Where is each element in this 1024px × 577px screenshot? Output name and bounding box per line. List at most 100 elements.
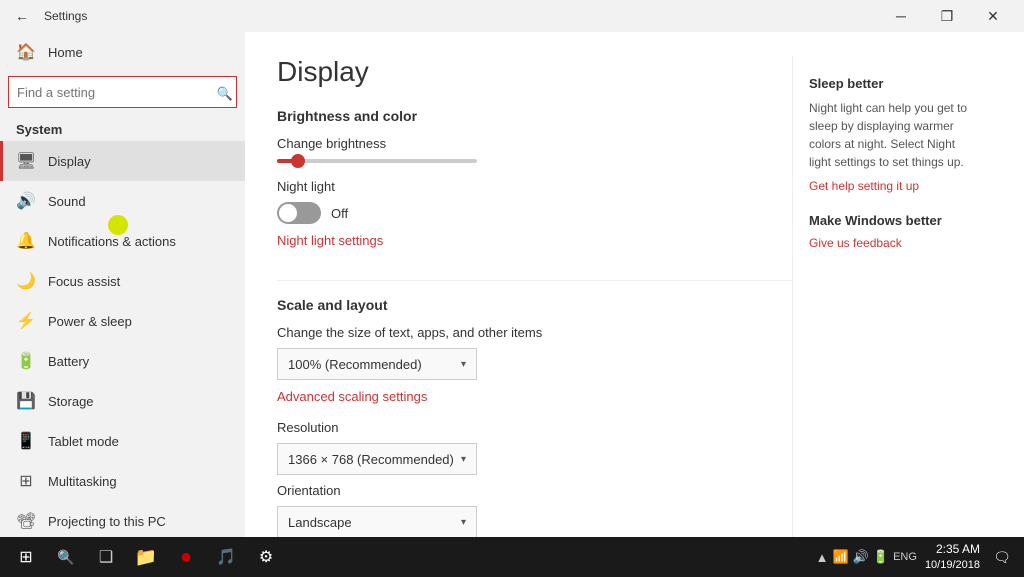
advanced-scaling-link[interactable]: Advanced scaling settings — [277, 389, 427, 404]
sidebar-item-power-sleep[interactable]: ⚡ Power & sleep — [0, 301, 245, 341]
orientation-dropdown-arrow: ▾ — [461, 517, 466, 528]
home-icon: 🏠 — [16, 42, 36, 62]
multitasking-icon: ⊞ — [16, 471, 36, 491]
night-light-label: Night light — [277, 179, 792, 194]
sidebar-item-storage[interactable]: 💾 Storage — [0, 381, 245, 421]
night-light-row: Off — [277, 202, 792, 224]
back-button[interactable]: ← — [8, 2, 36, 30]
size-dropdown-arrow: ▾ — [461, 359, 466, 370]
taskbar-search-button[interactable]: 🔍 — [48, 539, 84, 575]
search-wrapper: 🔍 — [0, 72, 245, 116]
browser-button[interactable]: ● — [168, 539, 204, 575]
taskbar-left: ⊞ 🔍 ❑ 📁 ● 🎵 ⚙ — [8, 539, 284, 575]
tray-battery: 🔋 — [873, 549, 889, 565]
storage-icon: 💾 — [16, 391, 36, 411]
sidebar: 🏠 Home 🔍 System 🖥 Display 🔊 Sound 🔔 Noti… — [0, 32, 245, 537]
sidebar-item-home[interactable]: 🏠 Home — [0, 32, 245, 72]
sidebar-storage-label: Storage — [48, 394, 94, 409]
resolution-dropdown[interactable]: 1366 × 768 (Recommended) ▾ — [277, 443, 477, 475]
size-dropdown[interactable]: 100% (Recommended) ▾ — [277, 348, 477, 380]
orientation-label: Orientation — [277, 483, 792, 498]
resolution-dropdown-value: 1366 × 768 (Recommended) — [288, 452, 454, 467]
resolution-dropdown-arrow: ▾ — [461, 454, 466, 465]
focus-assist-icon: 🌙 — [16, 271, 36, 291]
sidebar-item-notifications[interactable]: 🔔 Notifications & actions — [0, 221, 245, 261]
window-controls: ─ ❐ ✕ — [878, 0, 1016, 32]
close-button[interactable]: ✕ — [970, 0, 1016, 32]
main-area: 🏠 Home 🔍 System 🖥 Display 🔊 Sound 🔔 Noti… — [0, 32, 1024, 537]
night-light-toggle[interactable] — [277, 202, 321, 224]
content-area: Display Brightness and color Change brig… — [245, 32, 1024, 537]
size-dropdown-value: 100% (Recommended) — [288, 357, 422, 372]
right-panel: Sleep better Night light can help you ge… — [792, 56, 992, 537]
panel-sleep-title: Sleep better — [809, 76, 976, 91]
sound-icon: 🔊 — [16, 191, 36, 211]
notification-button[interactable]: 🗨 — [988, 539, 1016, 575]
start-button[interactable]: ⊞ — [8, 539, 44, 575]
panel-windows-title: Make Windows better — [809, 213, 976, 228]
brightness-label: Change brightness — [277, 136, 792, 151]
sidebar-display-label: Display — [48, 154, 91, 169]
size-label: Change the size of text, apps, and other… — [277, 325, 792, 340]
panel-sleep-link[interactable]: Get help setting it up — [809, 179, 976, 193]
sidebar-battery-label: Battery — [48, 354, 89, 369]
divider-1 — [277, 280, 792, 281]
display-icon: 🖥 — [16, 151, 36, 171]
night-light-settings-link[interactable]: Night light settings — [277, 233, 383, 248]
system-tray: ▲ 📶 🔊 🔋 ENG — [816, 549, 917, 565]
notifications-icon: 🔔 — [16, 231, 36, 251]
sidebar-home-label: Home — [48, 45, 83, 60]
projecting-icon: 📽 — [16, 511, 36, 531]
tray-sound: 🔊 — [853, 549, 869, 565]
window-title: Settings — [44, 9, 87, 23]
toggle-knob — [279, 204, 297, 222]
restore-button[interactable]: ❐ — [924, 0, 970, 32]
brightness-slider[interactable] — [277, 159, 792, 163]
page-title: Display — [277, 56, 792, 88]
taskbar: ⊞ 🔍 ❑ 📁 ● 🎵 ⚙ ▲ 📶 🔊 🔋 ENG 2:35 AM 10/19/… — [0, 537, 1024, 577]
sidebar-sound-label: Sound — [48, 194, 86, 209]
panel-sleep-text: Night light can help you get to sleep by… — [809, 99, 976, 171]
sidebar-projecting-label: Projecting to this PC — [48, 514, 166, 529]
brightness-color-title: Brightness and color — [277, 108, 792, 124]
clock-date: 10/19/2018 — [925, 558, 980, 572]
battery-icon: 🔋 — [16, 351, 36, 371]
taskbar-clock: 2:35 AM 10/19/2018 — [925, 542, 980, 572]
sidebar-focus-label: Focus assist — [48, 274, 120, 289]
settings-taskbar-button[interactable]: ⚙ — [248, 539, 284, 575]
orientation-dropdown[interactable]: Landscape ▾ — [277, 506, 477, 537]
tray-arrow[interactable]: ▲ — [816, 550, 829, 565]
scale-layout-title: Scale and layout — [277, 297, 792, 313]
sidebar-item-multitasking[interactable]: ⊞ Multitasking — [0, 461, 245, 501]
taskview-button[interactable]: ❑ — [88, 539, 124, 575]
tray-lang: ENG — [893, 551, 917, 563]
power-icon: ⚡ — [16, 311, 36, 331]
sidebar-item-projecting[interactable]: 📽 Projecting to this PC — [0, 501, 245, 537]
sidebar-item-focus-assist[interactable]: 🌙 Focus assist — [0, 261, 245, 301]
taskbar-right: ▲ 📶 🔊 🔋 ENG 2:35 AM 10/19/2018 🗨 — [816, 539, 1016, 575]
orientation-dropdown-value: Landscape — [288, 515, 352, 530]
sidebar-item-tablet-mode[interactable]: 📱 Tablet mode — [0, 421, 245, 461]
sidebar-tablet-label: Tablet mode — [48, 434, 119, 449]
slider-track — [277, 159, 477, 163]
search-input[interactable] — [8, 76, 237, 108]
minimize-button[interactable]: ─ — [878, 0, 924, 32]
sidebar-power-label: Power & sleep — [48, 314, 132, 329]
tablet-icon: 📱 — [16, 431, 36, 451]
content-main: Display Brightness and color Change brig… — [277, 56, 792, 537]
panel-feedback-link[interactable]: Give us feedback — [809, 236, 976, 250]
folder-button[interactable]: 📁 — [128, 539, 164, 575]
sidebar-item-sound[interactable]: 🔊 Sound — [0, 181, 245, 221]
tray-network: 📶 — [833, 549, 849, 565]
search-icon: 🔍 — [217, 86, 233, 102]
sidebar-item-battery[interactable]: 🔋 Battery — [0, 341, 245, 381]
night-light-state: Off — [331, 206, 348, 221]
title-bar: ← Settings ─ ❐ ✕ — [0, 0, 1024, 32]
sidebar-section-system: System — [0, 116, 245, 141]
content-columns: Display Brightness and color Change brig… — [277, 56, 992, 537]
media-button[interactable]: 🎵 — [208, 539, 244, 575]
sidebar-item-display[interactable]: 🖥 Display — [0, 141, 245, 181]
clock-time: 2:35 AM — [925, 542, 980, 558]
sidebar-notifications-label: Notifications & actions — [48, 234, 176, 249]
sidebar-multitasking-label: Multitasking — [48, 474, 117, 489]
